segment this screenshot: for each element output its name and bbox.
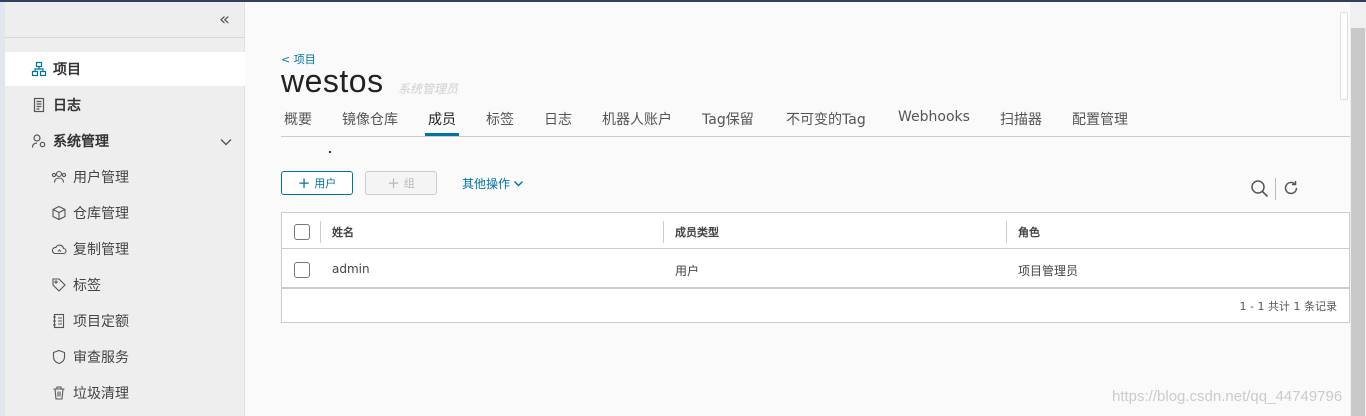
shield-icon xyxy=(51,349,67,365)
search-icon[interactable] xyxy=(1250,179,1269,202)
plus-icon: + xyxy=(297,174,311,192)
tag-icon xyxy=(51,277,67,293)
content-scrollbar[interactable] xyxy=(1340,12,1348,100)
sidebar-item-replication[interactable]: 复制管理 xyxy=(5,232,245,266)
toolbar-divider xyxy=(1275,178,1276,200)
cell-role: 项目管理员 xyxy=(1018,264,1079,278)
sidebar-item-garbage-collection[interactable]: 垃圾清理 xyxy=(5,376,245,410)
logs-icon xyxy=(31,97,47,113)
sidebar-item-label: 复制管理 xyxy=(73,242,129,258)
tab-summary[interactable]: 概要 xyxy=(284,109,312,129)
sidebar-item-label: 标签 xyxy=(73,278,101,294)
sidebar-item-admin[interactable]: 系统管理 xyxy=(5,124,245,158)
column-header-member-type[interactable]: 成员类型 xyxy=(675,224,719,240)
mouse-cursor-dot xyxy=(329,151,331,153)
cell-name: admin xyxy=(332,262,370,276)
tab-tag-retention[interactable]: Tag保留 xyxy=(702,109,754,129)
add-group-button[interactable]: + 组 xyxy=(365,171,437,195)
table-header: 姓名 成员类型 角色 xyxy=(282,213,1349,249)
tab-configuration[interactable]: 配置管理 xyxy=(1072,109,1128,129)
column-separator xyxy=(320,221,321,243)
sidebar-item-label: 系统管理 xyxy=(53,134,109,150)
pagination-summary: 1 - 1 共计 1 条记录 xyxy=(1239,300,1337,313)
add-user-button[interactable]: + 用户 xyxy=(281,171,353,195)
sidebar-item-logs[interactable]: 日志 xyxy=(5,88,245,122)
sidebar-item-label: 仓库管理 xyxy=(73,206,129,222)
active-tab-indicator xyxy=(425,133,459,136)
sidebar-item-projects[interactable]: 项目 xyxy=(5,52,245,86)
sidebar-item-user-management[interactable]: 用户管理 xyxy=(5,160,245,194)
column-header-name[interactable]: 姓名 xyxy=(332,224,354,240)
sidebar-item-project-quotas[interactable]: 项目定额 xyxy=(5,304,245,338)
cell-member-type: 用户 xyxy=(675,264,700,278)
admin-icon xyxy=(31,133,47,149)
sidebar-item-label: 项目 xyxy=(53,62,81,78)
column-header-role[interactable]: 角色 xyxy=(1018,224,1040,240)
chevron-down-icon xyxy=(513,178,524,189)
refresh-icon[interactable] xyxy=(1282,179,1300,201)
trash-icon xyxy=(51,385,67,401)
sidebar: « 项目 日志 系统管理 用户管理 仓库管理 复制管理 标签 项目定额 审查服务… xyxy=(5,2,245,416)
more-actions-dropdown[interactable]: 其他操作 xyxy=(462,175,524,192)
scrollbar-thumb[interactable] xyxy=(1351,28,1365,416)
sidebar-item-label: 垃圾清理 xyxy=(73,386,129,402)
sidebar-divider xyxy=(5,37,245,38)
users-icon xyxy=(51,169,67,185)
select-all-checkbox[interactable] xyxy=(294,224,310,240)
tab-members[interactable]: 成员 xyxy=(428,109,456,129)
sidebar-item-interrogation-services[interactable]: 审查服务 xyxy=(5,340,245,374)
replication-icon xyxy=(51,241,67,257)
sidebar-item-registry-management[interactable]: 仓库管理 xyxy=(5,196,245,230)
more-actions-label: 其他操作 xyxy=(462,177,511,191)
sidebar-item-label: 项目定额 xyxy=(73,314,129,330)
sidebar-item-label: 审查服务 xyxy=(73,350,129,366)
table-footer-divider xyxy=(282,287,1349,289)
sidebar-item-label: 用户管理 xyxy=(73,170,129,186)
sidebar-item-label: 日志 xyxy=(53,98,81,114)
project-role-label: 系统管理员 xyxy=(398,82,459,96)
page-title: westos xyxy=(281,63,384,99)
add-group-label: 组 xyxy=(403,177,415,190)
members-table: 姓名 成员类型 角色 admin 用户 项目管理员 1 - 1 共计 1 条记录 xyxy=(281,212,1350,323)
column-separator xyxy=(1006,221,1007,243)
collapse-sidebar-icon[interactable]: « xyxy=(219,11,230,29)
chevron-down-icon[interactable] xyxy=(219,134,233,153)
tab-labels[interactable]: 标签 xyxy=(486,109,514,129)
projects-icon xyxy=(31,61,47,77)
tab-logs[interactable]: 日志 xyxy=(544,109,572,129)
tab-immutable-tags[interactable]: 不可变的Tag xyxy=(786,109,866,129)
column-separator xyxy=(663,221,664,243)
tab-scanner[interactable]: 扫描器 xyxy=(1000,109,1042,129)
row-checkbox[interactable] xyxy=(294,262,310,278)
add-user-label: 用户 xyxy=(314,177,337,190)
tab-webhooks[interactable]: Webhooks xyxy=(898,109,970,125)
sidebar-item-labels[interactable]: 标签 xyxy=(5,268,245,302)
watermark: https://blog.csdn.net/qq_44749796 xyxy=(1112,388,1343,405)
plus-icon: + xyxy=(387,174,400,192)
tab-robot-accounts[interactable]: 机器人账户 xyxy=(602,109,672,129)
registry-icon xyxy=(51,205,67,221)
quota-icon xyxy=(51,313,67,329)
tab-repositories[interactable]: 镜像仓库 xyxy=(342,109,398,129)
